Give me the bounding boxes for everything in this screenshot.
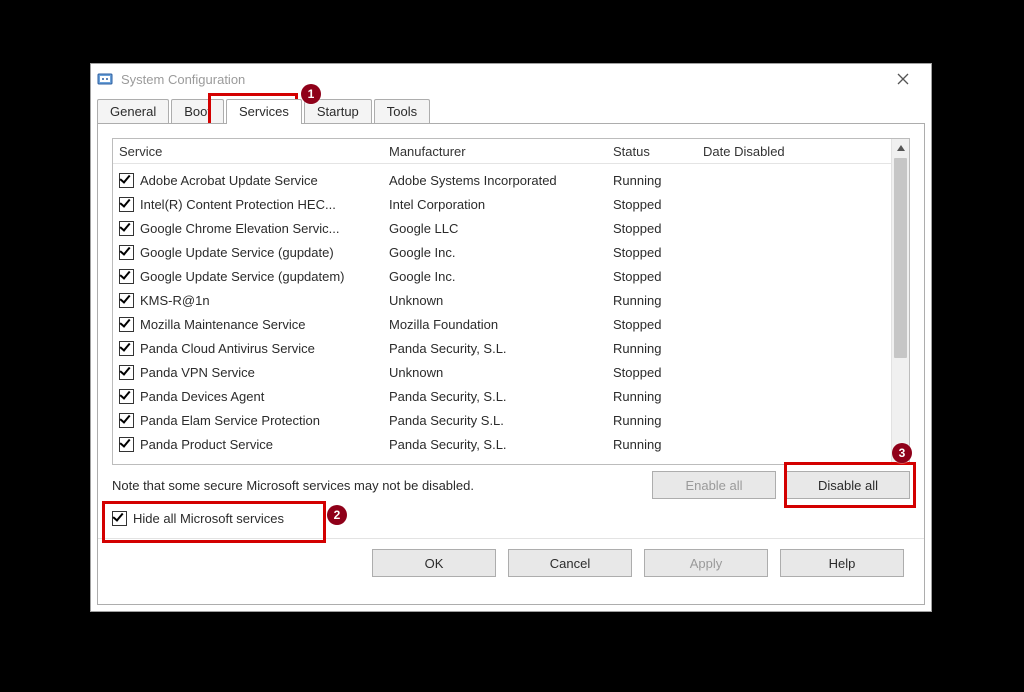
manufacturer-cell: Mozilla Foundation [383,317,607,332]
row-checkbox[interactable] [119,245,134,260]
status-cell: Stopped [607,221,697,236]
tab-startup[interactable]: Startup [304,99,372,124]
service-name: Panda Product Service [140,437,273,452]
status-cell: Running [607,341,697,356]
manufacturer-cell: Unknown [383,293,607,308]
status-cell: Running [607,413,697,428]
disable-all-button[interactable]: Disable all [786,471,910,499]
service-row[interactable]: Panda VPN Service UnknownStopped [113,360,891,384]
enable-all-button[interactable]: Enable all [652,471,776,499]
manufacturer-cell: Adobe Systems Incorporated [383,173,607,188]
tab-boot[interactable]: Boot [171,99,224,124]
row-checkbox[interactable] [119,293,134,308]
manufacturer-cell: Google Inc. [383,245,607,260]
row-checkbox[interactable] [119,413,134,428]
manufacturer-cell: Unknown [383,365,607,380]
manufacturer-cell: Google LLC [383,221,607,236]
row-checkbox[interactable] [119,389,134,404]
service-row[interactable]: Google Chrome Elevation Servic... Google … [113,216,891,240]
vertical-scrollbar[interactable] [891,139,909,464]
col-date-disabled[interactable]: Date Disabled [697,144,891,159]
status-cell: Running [607,173,697,188]
service-name: Panda VPN Service [140,365,255,380]
service-row[interactable]: Panda Elam Service Protection Panda Secur… [113,408,891,432]
titlebar: System Configuration [91,64,931,94]
status-cell: Stopped [607,365,697,380]
service-row[interactable]: Intel(R) Content Protection HEC... Intel … [113,192,891,216]
row-checkbox[interactable] [119,173,134,188]
service-row[interactable]: KMS-R@1n UnknownRunning [113,288,891,312]
col-service[interactable]: Service [113,144,383,159]
help-button[interactable]: Help [780,549,904,577]
status-cell: Running [607,389,697,404]
tab-services[interactable]: Services [226,99,302,124]
row-checkbox[interactable] [119,341,134,356]
note-row: Note that some secure Microsoft services… [112,471,910,499]
divider [98,538,924,539]
row-checkbox[interactable] [119,317,134,332]
service-row[interactable]: Google Update Service (gupdate) Google In… [113,240,891,264]
ok-button[interactable]: OK [372,549,496,577]
service-name: KMS-R@1n [140,293,210,308]
service-name: Panda Cloud Antivirus Service [140,341,315,356]
row-checkbox[interactable] [119,221,134,236]
hide-ms-label[interactable]: Hide all Microsoft services [133,511,284,526]
service-name: Google Update Service (gupdatem) [140,269,345,284]
cancel-button[interactable]: Cancel [508,549,632,577]
service-row[interactable]: Panda Devices Agent Panda Security, S.L.R… [113,384,891,408]
scroll-up-button[interactable] [892,139,909,156]
list-body[interactable]: Adobe Acrobat Update Service Adobe System… [113,164,891,464]
tab-general[interactable]: General [97,99,169,124]
status-cell: Stopped [607,245,697,260]
system-configuration-window: System Configuration General Boot Servic… [90,63,932,612]
service-name: Panda Elam Service Protection [140,413,320,428]
row-checkbox[interactable] [119,365,134,380]
tab-strip: General Boot Services Startup Tools 1 [91,94,931,123]
manufacturer-cell: Intel Corporation [383,197,607,212]
close-button[interactable] [883,65,923,93]
status-cell: Stopped [607,197,697,212]
service-row[interactable]: Adobe Acrobat Update Service Adobe System… [113,168,891,192]
services-listview: Service Manufacturer Status Date Disable… [113,139,891,464]
window-title: System Configuration [121,72,245,87]
manufacturer-cell: Panda Security, S.L. [383,437,607,452]
status-cell: Stopped [607,317,697,332]
note-text: Note that some secure Microsoft services… [112,478,474,493]
service-row[interactable]: Panda Product Service Panda Security, S.L… [113,432,891,456]
service-name: Panda Devices Agent [140,389,264,404]
service-row[interactable]: Google Update Service (gupdatem) Google I… [113,264,891,288]
list-header: Service Manufacturer Status Date Disable… [113,139,891,164]
row-checkbox[interactable] [119,437,134,452]
service-row[interactable]: Mozilla Maintenance Service Mozilla Found… [113,312,891,336]
tab-tools[interactable]: Tools [374,99,430,124]
status-cell: Running [607,293,697,308]
manufacturer-cell: Panda Security, S.L. [383,341,607,356]
status-cell: Stopped [607,269,697,284]
col-manufacturer[interactable]: Manufacturer [383,144,607,159]
col-status[interactable]: Status [607,144,697,159]
hide-ms-row: Hide all Microsoft services 2 [112,511,910,526]
hide-ms-checkbox[interactable] [112,511,127,526]
service-name: Intel(R) Content Protection HEC... [140,197,336,212]
apply-button[interactable]: Apply [644,549,768,577]
services-pane: Service Manufacturer Status Date Disable… [97,123,925,605]
status-cell: Running [607,437,697,452]
service-name: Google Update Service (gupdate) [140,245,334,260]
callout-2: 2 [327,505,347,525]
scroll-thumb[interactable] [894,158,907,358]
row-checkbox[interactable] [119,197,134,212]
scroll-down-button[interactable] [892,447,909,464]
manufacturer-cell: Panda Security S.L. [383,413,607,428]
app-icon [97,71,113,87]
services-list: Service Manufacturer Status Date Disable… [112,138,910,465]
manufacturer-cell: Panda Security, S.L. [383,389,607,404]
service-row[interactable]: Panda Cloud Antivirus Service Panda Secur… [113,336,891,360]
service-name: Mozilla Maintenance Service [140,317,305,332]
manufacturer-cell: Google Inc. [383,269,607,284]
row-checkbox[interactable] [119,269,134,284]
service-name: Google Chrome Elevation Servic... [140,221,339,236]
footer-buttons: OK Cancel Apply Help [112,549,910,577]
service-name: Adobe Acrobat Update Service [140,173,318,188]
